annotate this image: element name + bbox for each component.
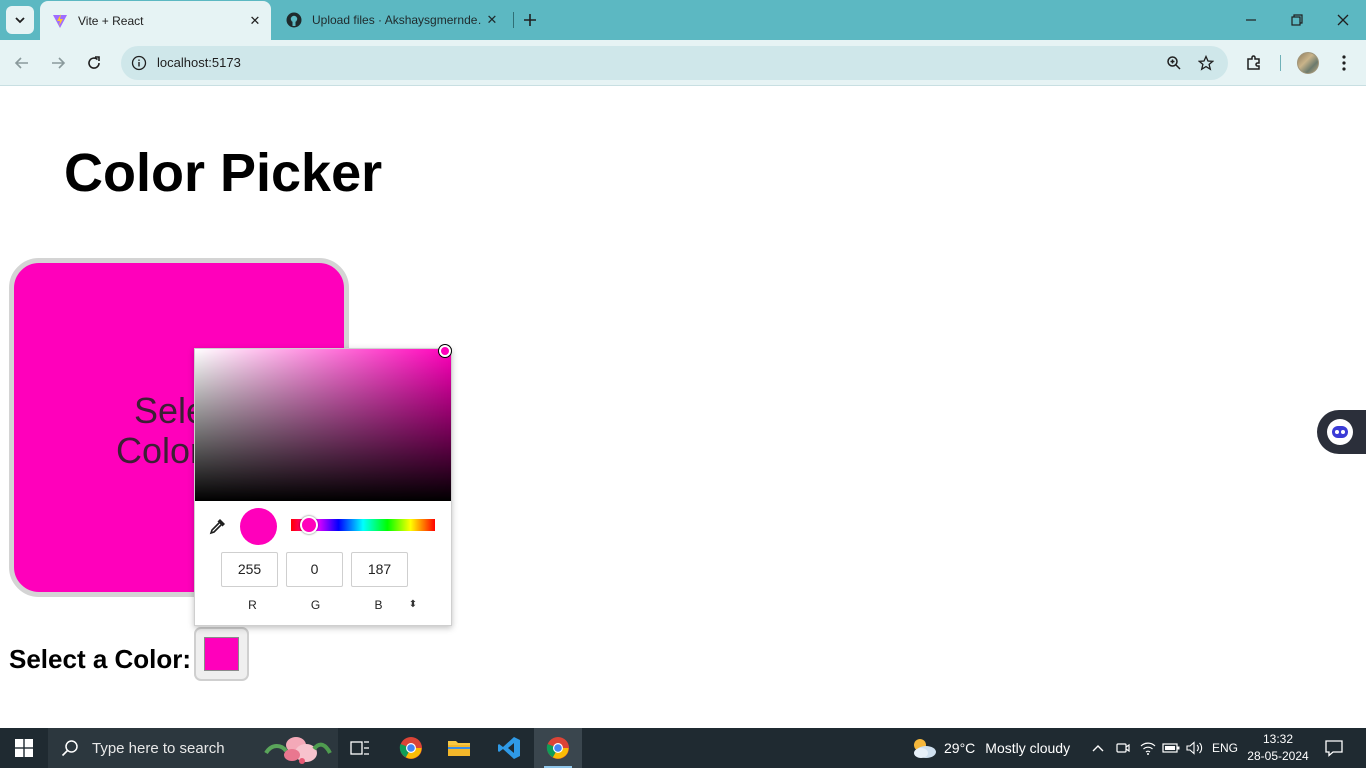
site-info-icon[interactable] <box>129 53 149 73</box>
github-icon <box>286 12 302 28</box>
url-text[interactable]: localhost:5173 <box>157 55 241 70</box>
forward-button[interactable] <box>44 49 72 77</box>
color-input[interactable] <box>194 627 249 681</box>
task-view-icon <box>350 741 369 755</box>
tab-separator <box>513 12 514 28</box>
volume-icon[interactable] <box>1184 728 1206 768</box>
more-vert-icon <box>1342 55 1346 71</box>
chrome-icon <box>399 737 422 759</box>
select-color-label: Select a Color: <box>9 644 192 674</box>
red-label: R <box>248 598 257 612</box>
tab-vite-react[interactable]: Vite + React ✕ <box>40 1 271 40</box>
notification-icon <box>1325 740 1343 757</box>
bookmark-star-icon[interactable] <box>1196 53 1216 73</box>
new-tab-button[interactable] <box>518 8 542 32</box>
format-toggle-icon[interactable]: ⬍ <box>405 596 421 612</box>
wifi-icon[interactable] <box>1138 728 1158 768</box>
search-highlight-image <box>264 737 332 764</box>
browser-menu-button[interactable] <box>1330 49 1358 77</box>
tab-title: Vite + React <box>78 13 144 28</box>
search-icon <box>60 738 80 758</box>
puzzle-icon <box>1247 55 1260 70</box>
taskbar-file-explorer[interactable] <box>435 728 483 768</box>
zoom-icon[interactable] <box>1164 53 1184 73</box>
show-hidden-icons-button[interactable] <box>1088 728 1108 768</box>
weather-condition: Mostly cloudy <box>985 740 1071 756</box>
profile-avatar[interactable] <box>1297 52 1319 74</box>
notification-center-button[interactable] <box>1320 728 1348 768</box>
vscode-icon <box>498 737 520 759</box>
clock-date: 28-05-2024 <box>1247 749 1309 763</box>
green-input[interactable]: 0 <box>286 552 343 587</box>
minimize-icon <box>1246 19 1256 21</box>
restore-icon <box>1291 14 1303 26</box>
start-button[interactable] <box>0 728 48 768</box>
color-input-swatch <box>204 637 239 671</box>
reload-button[interactable] <box>80 49 108 77</box>
input-language[interactable]: ENG <box>1212 728 1238 768</box>
red-input[interactable]: 255 <box>221 552 278 587</box>
weather-temperature: 29°C <box>944 740 976 756</box>
restore-button[interactable] <box>1274 0 1320 40</box>
vite-icon <box>52 13 68 29</box>
saturation-handle[interactable] <box>439 345 451 357</box>
floating-assistant-button[interactable] <box>1317 410 1366 454</box>
page-title: Color Picker <box>64 143 383 203</box>
arrow-right-icon <box>52 57 66 69</box>
reload-icon <box>88 56 100 69</box>
tab-strip: Vite + React ✕ Upload files · Akshaysgme… <box>0 0 1366 40</box>
taskbar-vscode[interactable] <box>485 728 533 768</box>
folder-icon <box>448 741 470 756</box>
system-clock[interactable]: 13:32 28-05-2024 <box>1244 731 1312 765</box>
clock-time: 13:32 <box>1262 732 1294 746</box>
windows-icon <box>15 739 33 757</box>
browser-toolbar: localhost:5173 <box>0 40 1366 86</box>
meet-now-icon[interactable] <box>1113 728 1133 768</box>
extensions-button[interactable] <box>1240 49 1268 77</box>
taskbar-search-box[interactable]: Type here to search <box>48 728 338 768</box>
saturation-value-area[interactable] <box>195 349 451 501</box>
tab-upload-files[interactable]: Upload files · Akshaysgmernde… ✕ <box>274 0 508 40</box>
chevron-up-icon <box>1092 745 1104 752</box>
taskbar: Type here to search 29°C Mostly cloudy E… <box>0 728 1366 768</box>
blue-input[interactable]: 187 <box>351 552 408 587</box>
battery-icon[interactable] <box>1160 728 1182 768</box>
chevron-down-icon <box>15 17 25 24</box>
address-bar[interactable]: localhost:5173 <box>121 46 1228 80</box>
close-tab-icon[interactable]: ✕ <box>482 10 502 30</box>
task-view-button[interactable] <box>336 728 384 768</box>
close-tab-icon[interactable]: ✕ <box>245 11 265 31</box>
toolbar-separator <box>1280 55 1281 71</box>
taskbar-chrome-active[interactable] <box>534 728 582 768</box>
chrome-icon <box>546 737 569 759</box>
color-preview-circle <box>240 508 277 545</box>
hue-slider-handle[interactable] <box>300 516 318 534</box>
taskbar-chrome[interactable] <box>387 728 435 768</box>
arrow-left-icon <box>14 57 28 69</box>
cloudy-weather-icon <box>914 739 936 758</box>
blue-label: B <box>374 598 383 612</box>
search-placeholder: Type here to search <box>92 739 225 757</box>
eyedropper-icon[interactable] <box>208 516 228 536</box>
weather-widget[interactable]: 29°C Mostly cloudy <box>910 728 1070 768</box>
color-picker-popup: 255 0 187 R G B ⬍ <box>194 345 452 626</box>
back-button[interactable] <box>8 49 36 77</box>
tab-search-button[interactable] <box>6 6 34 34</box>
close-icon <box>1337 14 1349 26</box>
close-window-button[interactable] <box>1320 0 1366 40</box>
green-label: G <box>310 598 321 612</box>
minimize-button[interactable] <box>1228 0 1274 40</box>
tab-title: Upload files · Akshaysgmernde… <box>312 13 482 27</box>
plus-icon <box>524 14 536 26</box>
assistant-face-icon <box>1327 419 1353 445</box>
